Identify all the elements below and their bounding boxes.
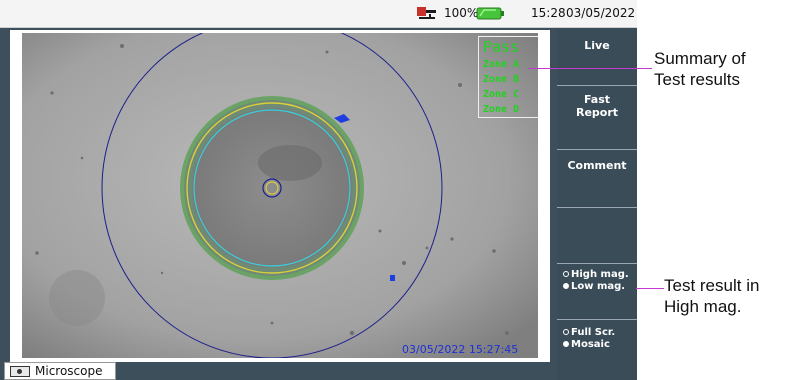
comment-button[interactable]: Comment — [557, 150, 637, 208]
tab-microscope[interactable]: Microscope — [4, 362, 116, 380]
image-frame: Pass Zone A Zone B Zone C Zone D 03/05/2… — [10, 30, 550, 362]
device-screen: 100% 15:28 03/05/2022 Pass Zone A Zone B… — [0, 0, 637, 380]
high-mag-option[interactable]: High mag. — [563, 268, 629, 280]
empty-softkey[interactable] — [557, 208, 637, 264]
mosaic-option[interactable]: Mosaic — [563, 338, 615, 350]
summary-leader-line — [528, 68, 652, 69]
test-result-summary: Pass Zone A Zone B Zone C Zone D — [478, 36, 538, 118]
zone-c-result: Zone C — [483, 89, 520, 100]
magnification-toggle[interactable]: High mag. Low mag. — [557, 264, 637, 320]
zone-b-result: Zone B — [483, 74, 520, 85]
mag-annotation: Test result in High mag. — [664, 276, 760, 316]
live-button[interactable]: Live — [557, 28, 637, 86]
sidebar: Live Fast Report Comment High mag. Low m… — [557, 28, 637, 380]
fiber-end-face-image[interactable]: Pass Zone A Zone B Zone C Zone D — [22, 33, 538, 358]
result-status: Pass — [483, 38, 520, 56]
full-screen-option[interactable]: Full Scr. — [563, 326, 615, 338]
battery-icon — [476, 7, 504, 20]
summary-annotation: Summary of Test results — [654, 49, 746, 89]
status-time: 15:28 — [531, 6, 566, 20]
battery-percent: 100% — [444, 6, 479, 20]
view-mode-toggle[interactable]: Full Scr. Mosaic — [557, 320, 637, 380]
usb-connection-icon — [417, 7, 436, 19]
microscope-icon — [10, 366, 30, 377]
status-date: 03/05/2022 — [566, 6, 636, 20]
low-mag-option[interactable]: Low mag. — [563, 280, 629, 292]
zone-a-result: Zone A — [483, 59, 520, 70]
tab-microscope-label: Microscope — [35, 364, 103, 378]
image-timestamp: 03/05/2022 15:27:45 — [402, 343, 519, 356]
mag-leader-line — [636, 288, 664, 289]
fast-report-button[interactable]: Fast Report — [557, 86, 637, 150]
status-bar: 100% 15:28 03/05/2022 — [0, 0, 637, 28]
zone-d-result: Zone D — [483, 104, 520, 115]
